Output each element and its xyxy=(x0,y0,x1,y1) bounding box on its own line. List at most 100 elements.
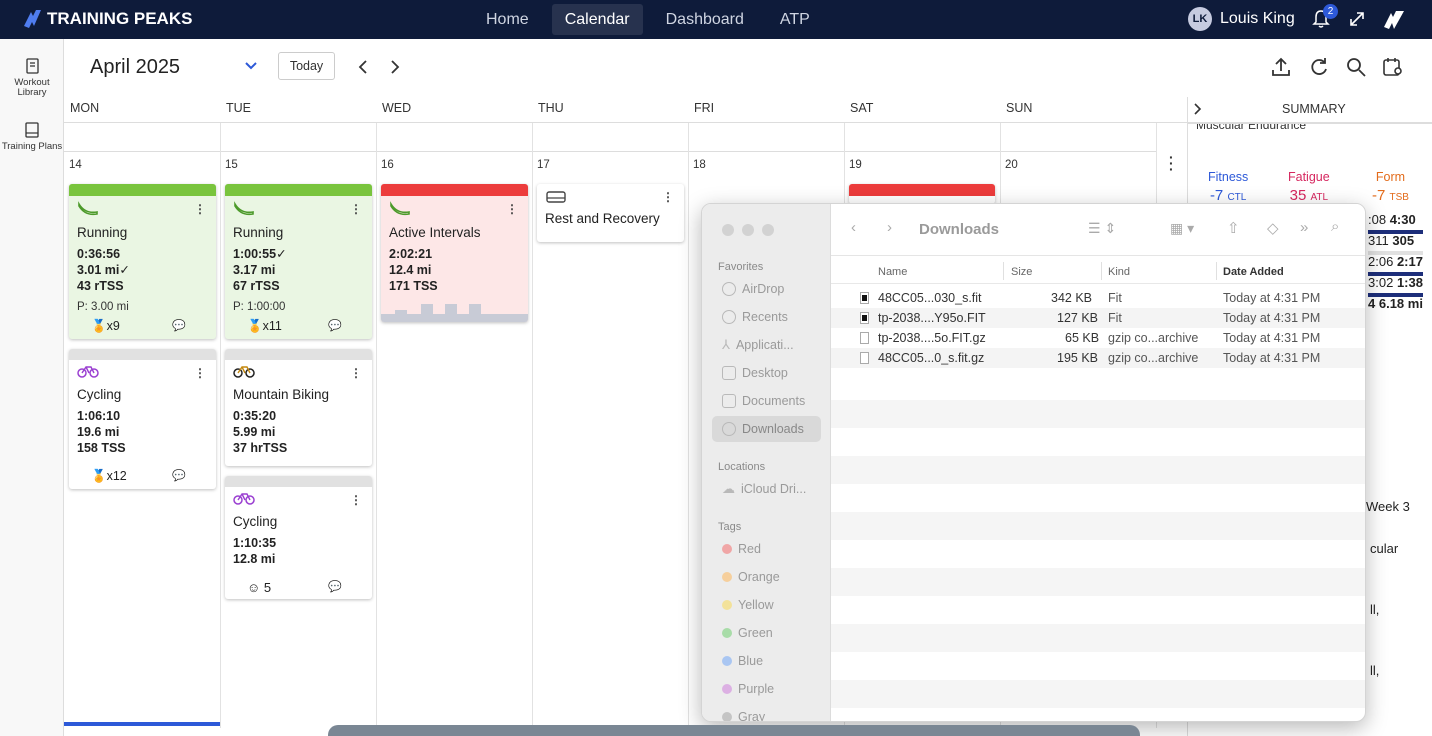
workout-card-cycling[interactable]: ⋮ Cycling 1:10:35 12.8 mi ☺ 5 💬 xyxy=(225,476,372,599)
personal-record-badge[interactable]: 🏅x9 xyxy=(91,319,120,334)
workout-card-saturday[interactable] xyxy=(849,184,995,204)
workout-card-mountain-biking[interactable]: ⋮ Mountain Biking 0:35:20 5.99 mi 37 hrT… xyxy=(225,349,372,466)
card-menu-icon[interactable]: ⋮ xyxy=(194,366,206,380)
tag-purple[interactable]: Purple xyxy=(712,676,821,702)
column-header-kind[interactable]: Kind xyxy=(1108,266,1130,278)
workout-card-rest[interactable]: ⋮ Rest and Recovery xyxy=(537,184,684,242)
brand-name: TRAINING PEAKS xyxy=(47,9,193,28)
tag-icon[interactable]: ◇ xyxy=(1267,219,1279,237)
column-separator xyxy=(1216,262,1217,280)
sidebar-item-training-plans[interactable]: Training Plans xyxy=(0,121,64,152)
workout-card-running[interactable]: ⋮ Running 0:36:56 3.01 mi✓ 43 rTSS P: 3.… xyxy=(69,184,216,339)
column-divider xyxy=(532,123,533,728)
trainingpeaks-logo[interactable]: TRAINING PEAKS xyxy=(22,8,192,30)
file-row[interactable]: tp-2038....5o.FIT.gz 65 KB gzip co...arc… xyxy=(831,328,1365,348)
chevron-right-icon[interactable] xyxy=(389,59,401,75)
sidebar-item-documents[interactable]: Documents xyxy=(712,388,821,414)
stat-value: :08 xyxy=(1368,212,1387,227)
sidebar-item-recents[interactable]: Recents xyxy=(712,304,821,330)
day-header-mon: MON xyxy=(70,101,100,115)
date-number: 16 xyxy=(381,159,394,171)
day-header-tue: TUE xyxy=(226,101,251,115)
card-menu-icon[interactable]: ⋮ xyxy=(350,493,362,507)
comment-icon[interactable]: 💬 xyxy=(328,580,342,593)
comment-icon[interactable]: 💬 xyxy=(328,319,342,332)
nav-calendar[interactable]: Calendar xyxy=(551,4,643,35)
share-icon[interactable]: ⇧ xyxy=(1227,219,1240,237)
workout-card-running[interactable]: ⋮ Running 1:00:55✓ 3.17 mi 67 rTSS P: 1:… xyxy=(225,184,372,339)
feel-rating[interactable]: ☺ 5 xyxy=(247,580,271,595)
today-button[interactable]: Today xyxy=(278,52,335,80)
sidebar-item-downloads[interactable]: Downloads xyxy=(712,416,821,442)
personal-record-badge[interactable]: 🏅x12 xyxy=(91,469,127,484)
expand-icon[interactable] xyxy=(1348,9,1366,29)
tag-dot xyxy=(722,684,732,694)
trainingpeaks-mark-icon[interactable] xyxy=(1382,9,1406,31)
card-menu-icon[interactable]: ⋮ xyxy=(350,366,362,380)
sidebar-item-applications[interactable]: ⅄ Applicati... xyxy=(712,332,821,358)
file-row[interactable]: 48CC05...030_s.fit 342 KB Fit Today at 4… xyxy=(831,288,1365,308)
file-date: Today at 4:31 PM xyxy=(1223,291,1321,305)
previous-week-strip xyxy=(64,123,1157,152)
column-header-name[interactable]: Name xyxy=(878,266,907,278)
stat-value: 4:30 xyxy=(1389,212,1416,227)
calendar-settings-icon[interactable] xyxy=(1382,56,1404,78)
user-menu[interactable]: LK Louis King xyxy=(1188,7,1295,31)
forward-icon[interactable]: › xyxy=(887,219,892,236)
chevron-left-icon[interactable] xyxy=(357,59,369,75)
sidebar-item-desktop[interactable]: Desktop xyxy=(712,360,821,386)
tag-red[interactable]: Red xyxy=(712,536,821,562)
tag-yellow[interactable]: Yellow xyxy=(712,592,821,618)
card-menu-icon[interactable]: ⋮ xyxy=(350,202,362,216)
workout-duration: 2:02:21 xyxy=(389,247,433,261)
column-header-size[interactable]: Size xyxy=(1011,266,1032,278)
tag-gray[interactable]: Gray xyxy=(712,704,821,721)
back-icon[interactable]: ‹ xyxy=(851,219,856,236)
column-divider xyxy=(220,123,221,728)
week-menu-icon[interactable]: · · · xyxy=(1169,150,1174,176)
bicycle-icon xyxy=(233,493,255,505)
tag-blue[interactable]: Blue xyxy=(712,648,821,674)
stat-value: 3:02 xyxy=(1368,275,1394,290)
comment-icon[interactable]: 💬 xyxy=(172,469,186,482)
column-header-date-added[interactable]: Date Added xyxy=(1223,266,1284,278)
workout-distance: 12.4 mi xyxy=(389,263,432,277)
search-icon[interactable]: ⌕ xyxy=(1331,218,1339,235)
personal-record-badge[interactable]: 🏅x11 xyxy=(247,319,282,334)
card-menu-icon[interactable]: ⋮ xyxy=(662,190,674,204)
file-row[interactable]: 48CC05...0_s.fit.gz 195 KB gzip co...arc… xyxy=(831,348,1365,368)
tag-dot xyxy=(722,712,732,721)
workout-card-active-intervals[interactable]: ⋮ Active Intervals 2:02:21 12.4 mi 171 T… xyxy=(381,184,528,322)
file-kind: Fit xyxy=(1108,291,1122,305)
minimize-window-button[interactable] xyxy=(742,224,754,236)
zoom-window-button[interactable] xyxy=(762,224,774,236)
tag-green[interactable]: Green xyxy=(712,620,821,646)
card-menu-icon[interactable]: ⋮ xyxy=(506,202,518,216)
top-navigation-bar: TRAINING PEAKS Home Calendar Dashboard A… xyxy=(0,0,1432,39)
more-icon[interactable]: » xyxy=(1300,219,1308,236)
file-row[interactable]: tp-2038....Y95o.FIT 127 KB Fit Today at … xyxy=(831,308,1365,328)
nav-home[interactable]: Home xyxy=(473,4,542,35)
nav-dashboard[interactable]: Dashboard xyxy=(653,4,757,35)
tag-orange[interactable]: Orange xyxy=(712,564,821,590)
workout-card-cycling[interactable]: ⋮ Cycling 1:06:10 19.6 mi 158 TSS 🏅x12 💬 xyxy=(69,349,216,489)
sidebar-item-airdrop[interactable]: AirDrop xyxy=(712,276,821,302)
chevron-down-icon[interactable] xyxy=(244,61,258,71)
sync-icon[interactable] xyxy=(1308,56,1330,78)
search-icon[interactable] xyxy=(1345,56,1367,78)
metric-label: Fitness xyxy=(1208,170,1249,184)
horizontal-scroll-indicator[interactable] xyxy=(64,722,220,726)
close-window-button[interactable] xyxy=(722,224,734,236)
card-menu-icon[interactable]: ⋮ xyxy=(194,202,206,216)
comment-icon[interactable]: 💬 xyxy=(172,319,186,332)
sidebar-item-workout-library[interactable]: Workout Library xyxy=(0,57,64,98)
upload-icon[interactable] xyxy=(1270,56,1292,78)
nav-atp[interactable]: ATP xyxy=(767,4,823,35)
date-number: 14 xyxy=(69,159,82,171)
sidebar-item-icloud[interactable]: ☁ iCloud Dri... xyxy=(712,476,821,502)
metric-label: Form xyxy=(1375,170,1406,184)
list-view-icon[interactable]: ☰ ⇕ xyxy=(1088,220,1116,237)
group-icon[interactable]: ▦ ▾ xyxy=(1170,220,1194,237)
bed-icon xyxy=(546,191,566,203)
finder-window[interactable]: Favorites AirDrop Recents ⅄ Applicati... … xyxy=(701,203,1366,722)
